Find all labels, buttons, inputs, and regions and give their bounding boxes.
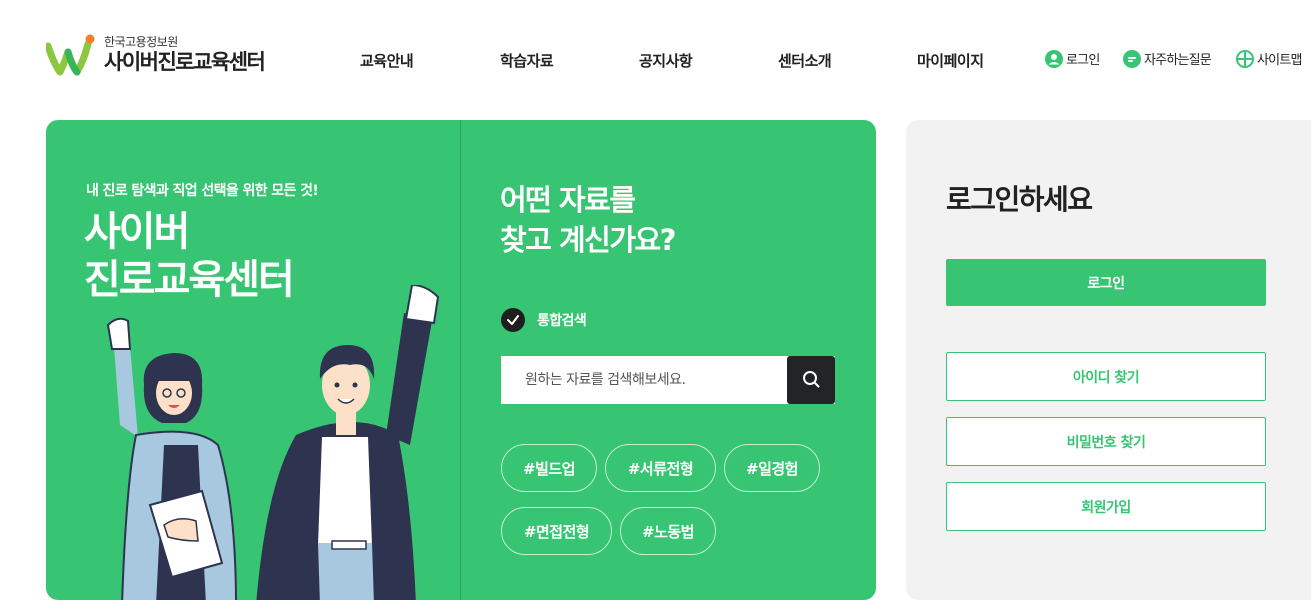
login-button[interactable]: 로그인 <box>946 259 1266 306</box>
hero-illustration <box>86 283 456 600</box>
login-title: 로그인하세요 <box>946 183 1093 216</box>
util-login-label: 로그인 <box>1066 53 1100 68</box>
search-question: 어떤 자료를 찾고 계신가요? <box>500 180 677 260</box>
faq-bubble-icon <box>1123 49 1141 68</box>
util-sitemap-label: 사이트맵 <box>1257 53 1302 68</box>
util-sitemap-link[interactable]: 사이트맵 <box>1236 49 1302 68</box>
nav-item-about[interactable]: 센터소개 <box>778 50 832 71</box>
hashtag-labor-law[interactable]: #노동법 <box>620 507 716 555</box>
search-icon <box>802 370 820 391</box>
integrated-search-checkbox[interactable]: 통합검색 <box>501 308 587 332</box>
logo-org-name: 한국고용정보원 <box>104 35 178 49</box>
search-box <box>501 356 835 404</box>
hashtag-interview[interactable]: #면접전형 <box>501 507 612 555</box>
hero-title-line1: 사이버 <box>84 209 190 255</box>
util-faq-link[interactable]: 자주하는질문 <box>1123 49 1212 68</box>
search-input[interactable] <box>501 356 787 404</box>
nav-item-mypage[interactable]: 마이페이지 <box>917 50 984 71</box>
find-password-button[interactable]: 비밀번호 찾기 <box>946 417 1266 466</box>
search-question-line2: 찾고 계신가요? <box>500 223 677 257</box>
sitemap-icon <box>1236 49 1254 68</box>
user-circle-icon <box>1045 49 1063 68</box>
login-panel: 로그인하세요 로그인 아이디 찾기 비밀번호 찾기 회원가입 <box>906 120 1311 600</box>
search-question-line1: 어떤 자료를 <box>500 183 636 217</box>
logo-site-name: 사이버진로교육센터 <box>104 50 266 74</box>
search-button[interactable] <box>787 356 835 404</box>
nav-item-notice[interactable]: 공지사항 <box>639 50 693 71</box>
nav-item-education[interactable]: 교육안내 <box>360 50 414 71</box>
join-button[interactable]: 회원가입 <box>946 482 1266 531</box>
nav-item-materials[interactable]: 학습자료 <box>500 50 554 71</box>
util-login-link[interactable]: 로그인 <box>1045 49 1100 68</box>
integrated-search-label: 통합검색 <box>537 313 587 329</box>
hero-banner: 내 진로 탐색과 직업 선택을 위한 모든 것! 사이버 진로교육센터 어떤 자… <box>46 120 876 600</box>
hashtag-document-screening[interactable]: #서류전형 <box>605 444 716 492</box>
site-header: 한국고용정보원 사이버진로교육센터 교육안내 학습자료 공지사항 센터소개 마이… <box>0 0 1311 118</box>
check-icon <box>501 308 525 332</box>
find-id-button[interactable]: 아이디 찾기 <box>946 352 1266 401</box>
hashtag-work-experience[interactable]: #일경험 <box>724 444 820 492</box>
hero-divider <box>460 120 461 600</box>
util-faq-label: 자주하는질문 <box>1144 53 1212 68</box>
hero-tagline: 내 진로 탐색과 직업 선택을 위한 모든 것! <box>86 183 319 199</box>
logo-mark-icon <box>44 34 98 76</box>
site-logo[interactable]: 한국고용정보원 사이버진로교육센터 <box>44 34 266 76</box>
hashtag-buildup[interactable]: #빌드업 <box>501 444 597 492</box>
